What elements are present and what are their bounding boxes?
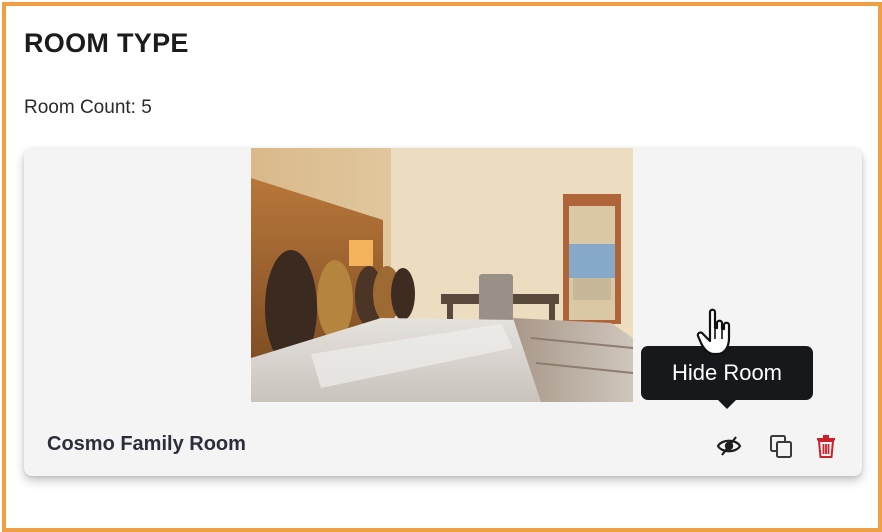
room-type-panel: ROOM TYPE Room Count: 5 Cosmo Family Roo… [2, 2, 882, 532]
hide-room-tooltip: Hide Room [641, 346, 813, 409]
copy-icon [770, 435, 792, 458]
room-name: Cosmo Family Room [47, 433, 246, 455]
tooltip-arrow [718, 400, 736, 409]
room-card[interactable]: Cosmo Family Room Hide Room [24, 148, 862, 476]
hide-room-button[interactable] [716, 433, 742, 459]
tooltip-text: Hide Room [671, 360, 783, 385]
room-image [251, 148, 633, 402]
duplicate-room-button[interactable] [768, 433, 794, 459]
trash-icon [817, 435, 835, 458]
room-count-label: Room Count: 5 [24, 97, 152, 118]
delete-room-button[interactable] [813, 433, 839, 459]
eye-icon [716, 436, 742, 456]
page-title: ROOM TYPE [24, 28, 189, 58]
